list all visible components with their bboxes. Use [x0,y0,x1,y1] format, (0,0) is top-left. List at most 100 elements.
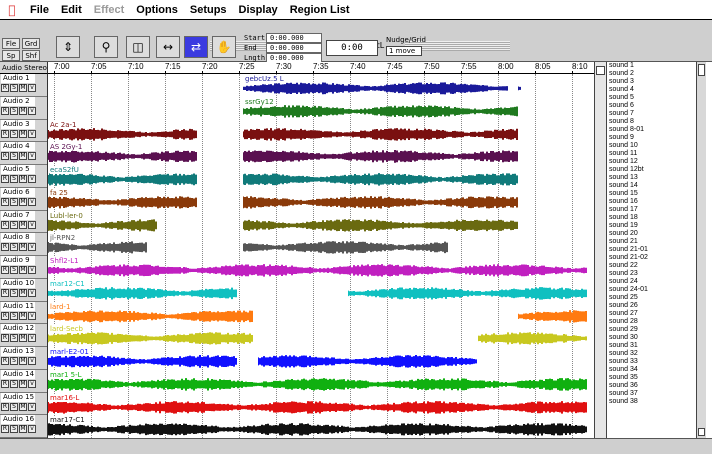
track-name[interactable]: Audio 1 [1,74,35,83]
track-header[interactable]: Audio 4RSMv [0,142,47,165]
region-list-item[interactable]: sound 35 [607,374,706,382]
track-button[interactable]: S [10,402,18,411]
audio-region[interactable]: Lubl-ler-0 [48,211,158,233]
track-header[interactable]: Audio 13 R S Mv [0,347,47,370]
region-list-item[interactable]: sound 9 [607,134,706,142]
track-button[interactable]: R [1,175,9,183]
region-list-item[interactable]: sound 27 [607,310,706,318]
timeline-ruler[interactable]: 7:00 7:05 7:10 7:15 7:20 7:25 7:30 7:35 7:40 7:45… [48,62,594,74]
track-button[interactable]: R [1,129,9,138]
track-button[interactable]: R [1,266,9,274]
track-name[interactable]: Audio 7 [1,210,35,220]
edit-area[interactable]: gebcUz.5 L ssrGy12 Ac 2a-1 AS 2Gy-1 ecaS2fU f… [48,74,594,438]
region-list-item[interactable]: sound 37 [607,390,706,398]
track-header[interactable]: Audio 16 R S Mv [0,415,47,438]
track-name[interactable]: Audio 9 [1,256,35,265]
audio-region[interactable] [478,325,588,346]
track-button[interactable]: S [10,357,18,365]
track-button[interactable]: v [28,311,36,320]
audio-region[interactable]: fa 25 [48,188,198,210]
track-button[interactable]: R [1,334,9,343]
track-name[interactable]: Audio 16 [1,415,35,425]
menu-setups[interactable]: Setups [184,4,233,16]
region-list-item[interactable]: sound 16 [607,198,706,206]
track-button[interactable]: S [10,106,18,115]
track-name[interactable]: Audio 4 [1,142,35,152]
scroll-thumb[interactable] [596,66,605,75]
track-header[interactable]: Audio 6RSMv [0,187,47,211]
track-button[interactable]: R [1,379,9,388]
track-button[interactable]: R [1,402,9,411]
track-button[interactable]: S [10,220,18,229]
region-list-item[interactable]: sound 10 [607,142,706,150]
track-header[interactable]: Audio 5RSMv [0,165,47,188]
track-button[interactable]: v [28,334,36,343]
track-header[interactable]: Audio 8RSMv [0,233,47,256]
region-list-item[interactable]: sound 13 [607,174,706,182]
region-list-item[interactable]: sound 3 [607,78,706,86]
region-list-item[interactable]: sound 6 [607,102,706,110]
audio-region[interactable]: lard-1 [48,302,253,324]
track-button[interactable]: S [10,152,18,161]
track-button[interactable]: R [1,288,9,297]
track-button[interactable]: S [10,84,18,92]
region-list-scrollbar[interactable] [696,62,706,438]
track-button[interactable]: S [10,288,18,297]
region-list-item[interactable]: sound 21-01 [607,246,706,254]
audio-region[interactable]: jl-RPN2 [48,234,148,255]
menu-region-list[interactable]: Region List [284,4,356,16]
region-list-item[interactable]: sound 21 [607,238,706,246]
track-button[interactable]: M [19,243,27,252]
track-button[interactable]: S [10,266,18,274]
region-list-item[interactable]: sound 8 [607,118,706,126]
track-header[interactable]: Audio 7RSMv [0,210,47,234]
track-button[interactable]: R [1,106,9,115]
track-button[interactable]: v [28,402,36,411]
hand-tool-icon[interactable]: ✋ [212,36,236,58]
track-button[interactable]: S [10,425,18,434]
track-button[interactable]: M [19,311,27,320]
audio-region[interactable] [518,75,522,96]
track-header[interactable]: Audio 3RSMv [0,119,47,143]
track-name[interactable]: Audio 3 [1,119,35,129]
track-button[interactable]: M [19,425,27,434]
track-button[interactable]: v [28,379,36,388]
track-button[interactable]: M [19,266,27,274]
region-list-item[interactable]: sound 22 [607,262,706,270]
audio-region[interactable]: mar1 5-L [48,370,588,392]
track-name[interactable]: Audio 10 [1,278,35,288]
track-button[interactable]: v [28,357,36,365]
region-list-item[interactable]: sound 1 [607,62,706,70]
track-button[interactable]: R [1,311,9,320]
region-list-item[interactable]: sound 33 [607,358,706,366]
nudge-grid[interactable]: Nudge/Grid 1 move [386,36,426,56]
track-button[interactable]: M [19,106,27,115]
track-button[interactable]: v [28,106,36,115]
track-name[interactable]: Audio 14 [1,369,35,379]
track-button[interactable]: M [19,152,27,161]
apple-menu-icon[interactable]:  [0,3,24,17]
track-header[interactable]: Audio 1RSMv [0,74,47,97]
region-list-item[interactable]: sound 29 [607,326,706,334]
region-list-item[interactable]: sound 19 [607,222,706,230]
mode-button-grd[interactable]: Grd [22,38,40,49]
region-list-item[interactable]: sound 15 [607,190,706,198]
bottom-scrollbar[interactable] [0,438,712,454]
vertical-scrollbar[interactable] [594,62,606,438]
track-button[interactable]: R [1,243,9,252]
track-button[interactable]: S [10,379,18,388]
track-button[interactable]: v [28,425,36,434]
region-list-item[interactable]: sound 12 [607,158,706,166]
main-counter[interactable]: 0:00 [326,40,378,56]
track-header[interactable]: Audio 2RSMv [0,96,47,120]
track-button[interactable]: R [1,220,9,229]
region-list-item[interactable]: sound 38 [607,398,706,406]
region-list-item[interactable]: sound 26 [607,302,706,310]
track-name[interactable]: Audio 12 [1,324,35,334]
track-button[interactable]: R [1,425,9,434]
audio-region[interactable] [243,143,518,164]
track-button[interactable]: v [28,129,36,138]
track-header[interactable]: Audio 10 R S Mv [0,278,47,302]
select-tool-icon[interactable]: ↔ [156,36,180,58]
audio-region[interactable]: Ac 2a-1 [48,120,198,142]
